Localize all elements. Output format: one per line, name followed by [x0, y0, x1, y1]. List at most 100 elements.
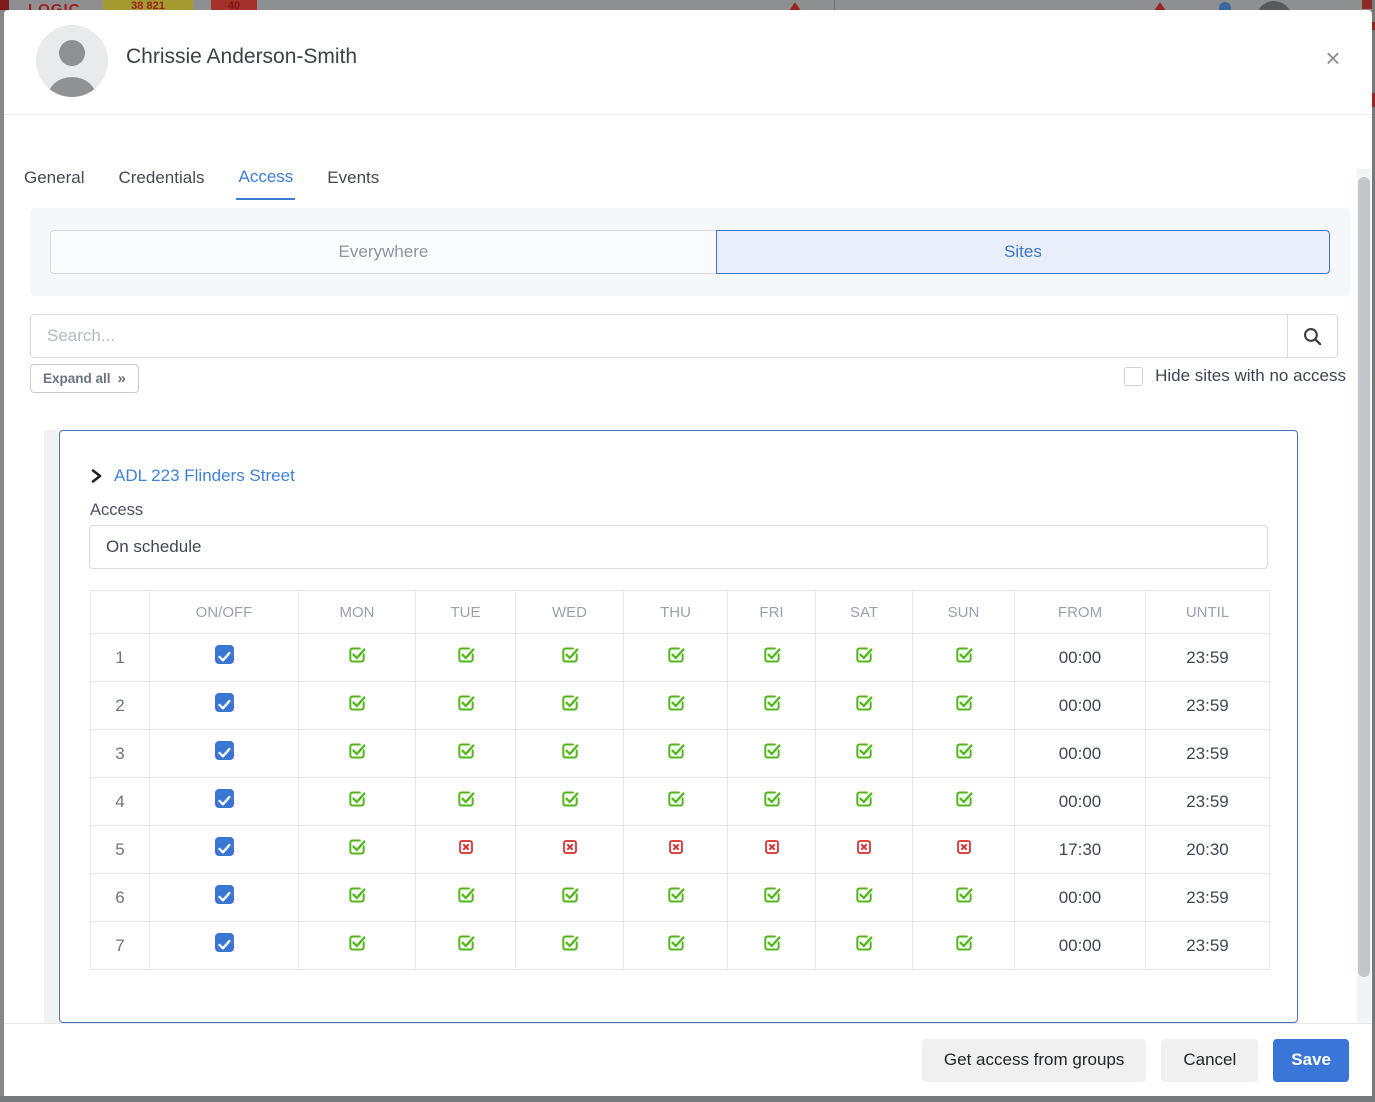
row-enabled-checkbox[interactable]	[215, 645, 234, 664]
sites-panel-scrollbar[interactable]	[44, 430, 58, 1023]
day-allowed-toggle[interactable]	[854, 645, 874, 665]
modal-scrollbar[interactable]	[1357, 169, 1371, 1041]
get-access-from-groups-button[interactable]: Get access from groups	[922, 1039, 1146, 1082]
from-time[interactable]: 00:00	[1015, 778, 1146, 826]
until-time[interactable]: 23:59	[1146, 874, 1270, 922]
from-time[interactable]: 00:00	[1015, 634, 1146, 682]
from-time[interactable]: 00:00	[1015, 922, 1146, 970]
day-cell	[516, 778, 624, 826]
schedule-row-7: 700:0023:59	[91, 922, 1270, 970]
day-allowed-toggle[interactable]	[456, 741, 476, 761]
day-denied-toggle[interactable]	[854, 838, 874, 858]
day-allowed-toggle[interactable]	[456, 789, 476, 809]
day-allowed-toggle[interactable]	[954, 789, 974, 809]
day-allowed-check-square-icon	[762, 789, 782, 809]
from-time[interactable]: 17:30	[1015, 826, 1146, 874]
day-allowed-toggle[interactable]	[954, 885, 974, 905]
until-time[interactable]: 23:59	[1146, 730, 1270, 778]
search-bar	[30, 314, 1338, 358]
day-denied-toggle[interactable]	[560, 838, 580, 858]
day-allowed-toggle[interactable]	[762, 693, 782, 713]
search-input[interactable]	[30, 314, 1287, 358]
tab-credentials[interactable]: Credentials	[116, 140, 206, 200]
site-expander[interactable]: ADL 223 Flinders Street	[89, 466, 295, 486]
day-allowed-toggle[interactable]	[954, 933, 974, 953]
day-allowed-toggle[interactable]	[666, 741, 686, 761]
day-allowed-toggle[interactable]	[560, 933, 580, 953]
day-allowed-toggle[interactable]	[854, 789, 874, 809]
from-time[interactable]: 00:00	[1015, 730, 1146, 778]
expand-all-button[interactable]: Expand all »	[30, 364, 139, 393]
day-allowed-toggle[interactable]	[347, 837, 367, 857]
check-icon	[215, 839, 234, 858]
day-denied-toggle[interactable]	[954, 838, 974, 858]
row-enabled-checkbox[interactable]	[215, 837, 234, 856]
day-allowed-toggle[interactable]	[560, 741, 580, 761]
from-time[interactable]: 00:00	[1015, 874, 1146, 922]
day-allowed-toggle[interactable]	[347, 885, 367, 905]
day-allowed-toggle[interactable]	[666, 645, 686, 665]
row-enabled-checkbox[interactable]	[215, 693, 234, 712]
day-denied-toggle[interactable]	[456, 838, 476, 858]
day-allowed-toggle[interactable]	[456, 885, 476, 905]
day-allowed-toggle[interactable]	[954, 693, 974, 713]
day-allowed-toggle[interactable]	[954, 645, 974, 665]
day-allowed-toggle[interactable]	[347, 933, 367, 953]
access-mode-select[interactable]: On schedule	[89, 525, 1268, 569]
until-time[interactable]: 23:59	[1146, 634, 1270, 682]
day-allowed-toggle[interactable]	[560, 885, 580, 905]
day-allowed-toggle[interactable]	[854, 933, 874, 953]
until-time[interactable]: 20:30	[1146, 826, 1270, 874]
day-allowed-toggle[interactable]	[347, 645, 367, 665]
day-denied-toggle[interactable]	[666, 838, 686, 858]
row-enabled-checkbox[interactable]	[215, 933, 234, 952]
tab-access[interactable]: Access	[236, 140, 295, 200]
scope-everywhere-button[interactable]: Everywhere	[50, 230, 717, 274]
day-allowed-toggle[interactable]	[456, 933, 476, 953]
day-allowed-toggle[interactable]	[854, 693, 874, 713]
day-allowed-toggle[interactable]	[666, 789, 686, 809]
search-button[interactable]	[1287, 314, 1338, 358]
save-button[interactable]: Save	[1273, 1039, 1349, 1082]
day-allowed-toggle[interactable]	[854, 741, 874, 761]
day-allowed-toggle[interactable]	[347, 741, 367, 761]
day-allowed-toggle[interactable]	[762, 885, 782, 905]
row-enabled-checkbox[interactable]	[215, 885, 234, 904]
day-allowed-toggle[interactable]	[954, 741, 974, 761]
day-allowed-toggle[interactable]	[347, 693, 367, 713]
check-icon	[215, 791, 234, 810]
close-icon[interactable]: ×	[1318, 43, 1348, 73]
day-allowed-toggle[interactable]	[762, 741, 782, 761]
until-time[interactable]: 23:59	[1146, 922, 1270, 970]
day-denied-toggle[interactable]	[762, 838, 782, 858]
day-allowed-toggle[interactable]	[762, 789, 782, 809]
day-allowed-toggle[interactable]	[456, 693, 476, 713]
day-allowed-toggle[interactable]	[666, 885, 686, 905]
day-allowed-toggle[interactable]	[560, 789, 580, 809]
day-allowed-toggle[interactable]	[560, 645, 580, 665]
day-allowed-toggle[interactable]	[456, 645, 476, 665]
day-allowed-check-square-icon	[954, 933, 974, 953]
site-name-link[interactable]: ADL 223 Flinders Street	[114, 466, 295, 486]
day-allowed-check-square-icon	[560, 693, 580, 713]
scope-sites-button[interactable]: Sites	[716, 230, 1330, 274]
modal-scrollbar-thumb[interactable]	[1358, 177, 1370, 977]
cancel-button[interactable]: Cancel	[1161, 1039, 1258, 1082]
tab-general[interactable]: General	[22, 140, 86, 200]
day-allowed-toggle[interactable]	[762, 645, 782, 665]
search-icon	[1302, 326, 1323, 347]
day-allowed-toggle[interactable]	[854, 885, 874, 905]
day-allowed-toggle[interactable]	[347, 789, 367, 809]
day-allowed-toggle[interactable]	[762, 933, 782, 953]
day-allowed-toggle[interactable]	[666, 933, 686, 953]
row-enabled-checkbox[interactable]	[215, 741, 234, 760]
day-allowed-toggle[interactable]	[666, 693, 686, 713]
day-allowed-toggle[interactable]	[560, 693, 580, 713]
tab-events[interactable]: Events	[325, 140, 381, 200]
day-denied-x-square-icon	[855, 838, 873, 856]
row-enabled-checkbox[interactable]	[215, 789, 234, 808]
from-time[interactable]: 00:00	[1015, 682, 1146, 730]
hide-sites-checkbox[interactable]	[1124, 367, 1143, 386]
until-time[interactable]: 23:59	[1146, 778, 1270, 826]
until-time[interactable]: 23:59	[1146, 682, 1270, 730]
